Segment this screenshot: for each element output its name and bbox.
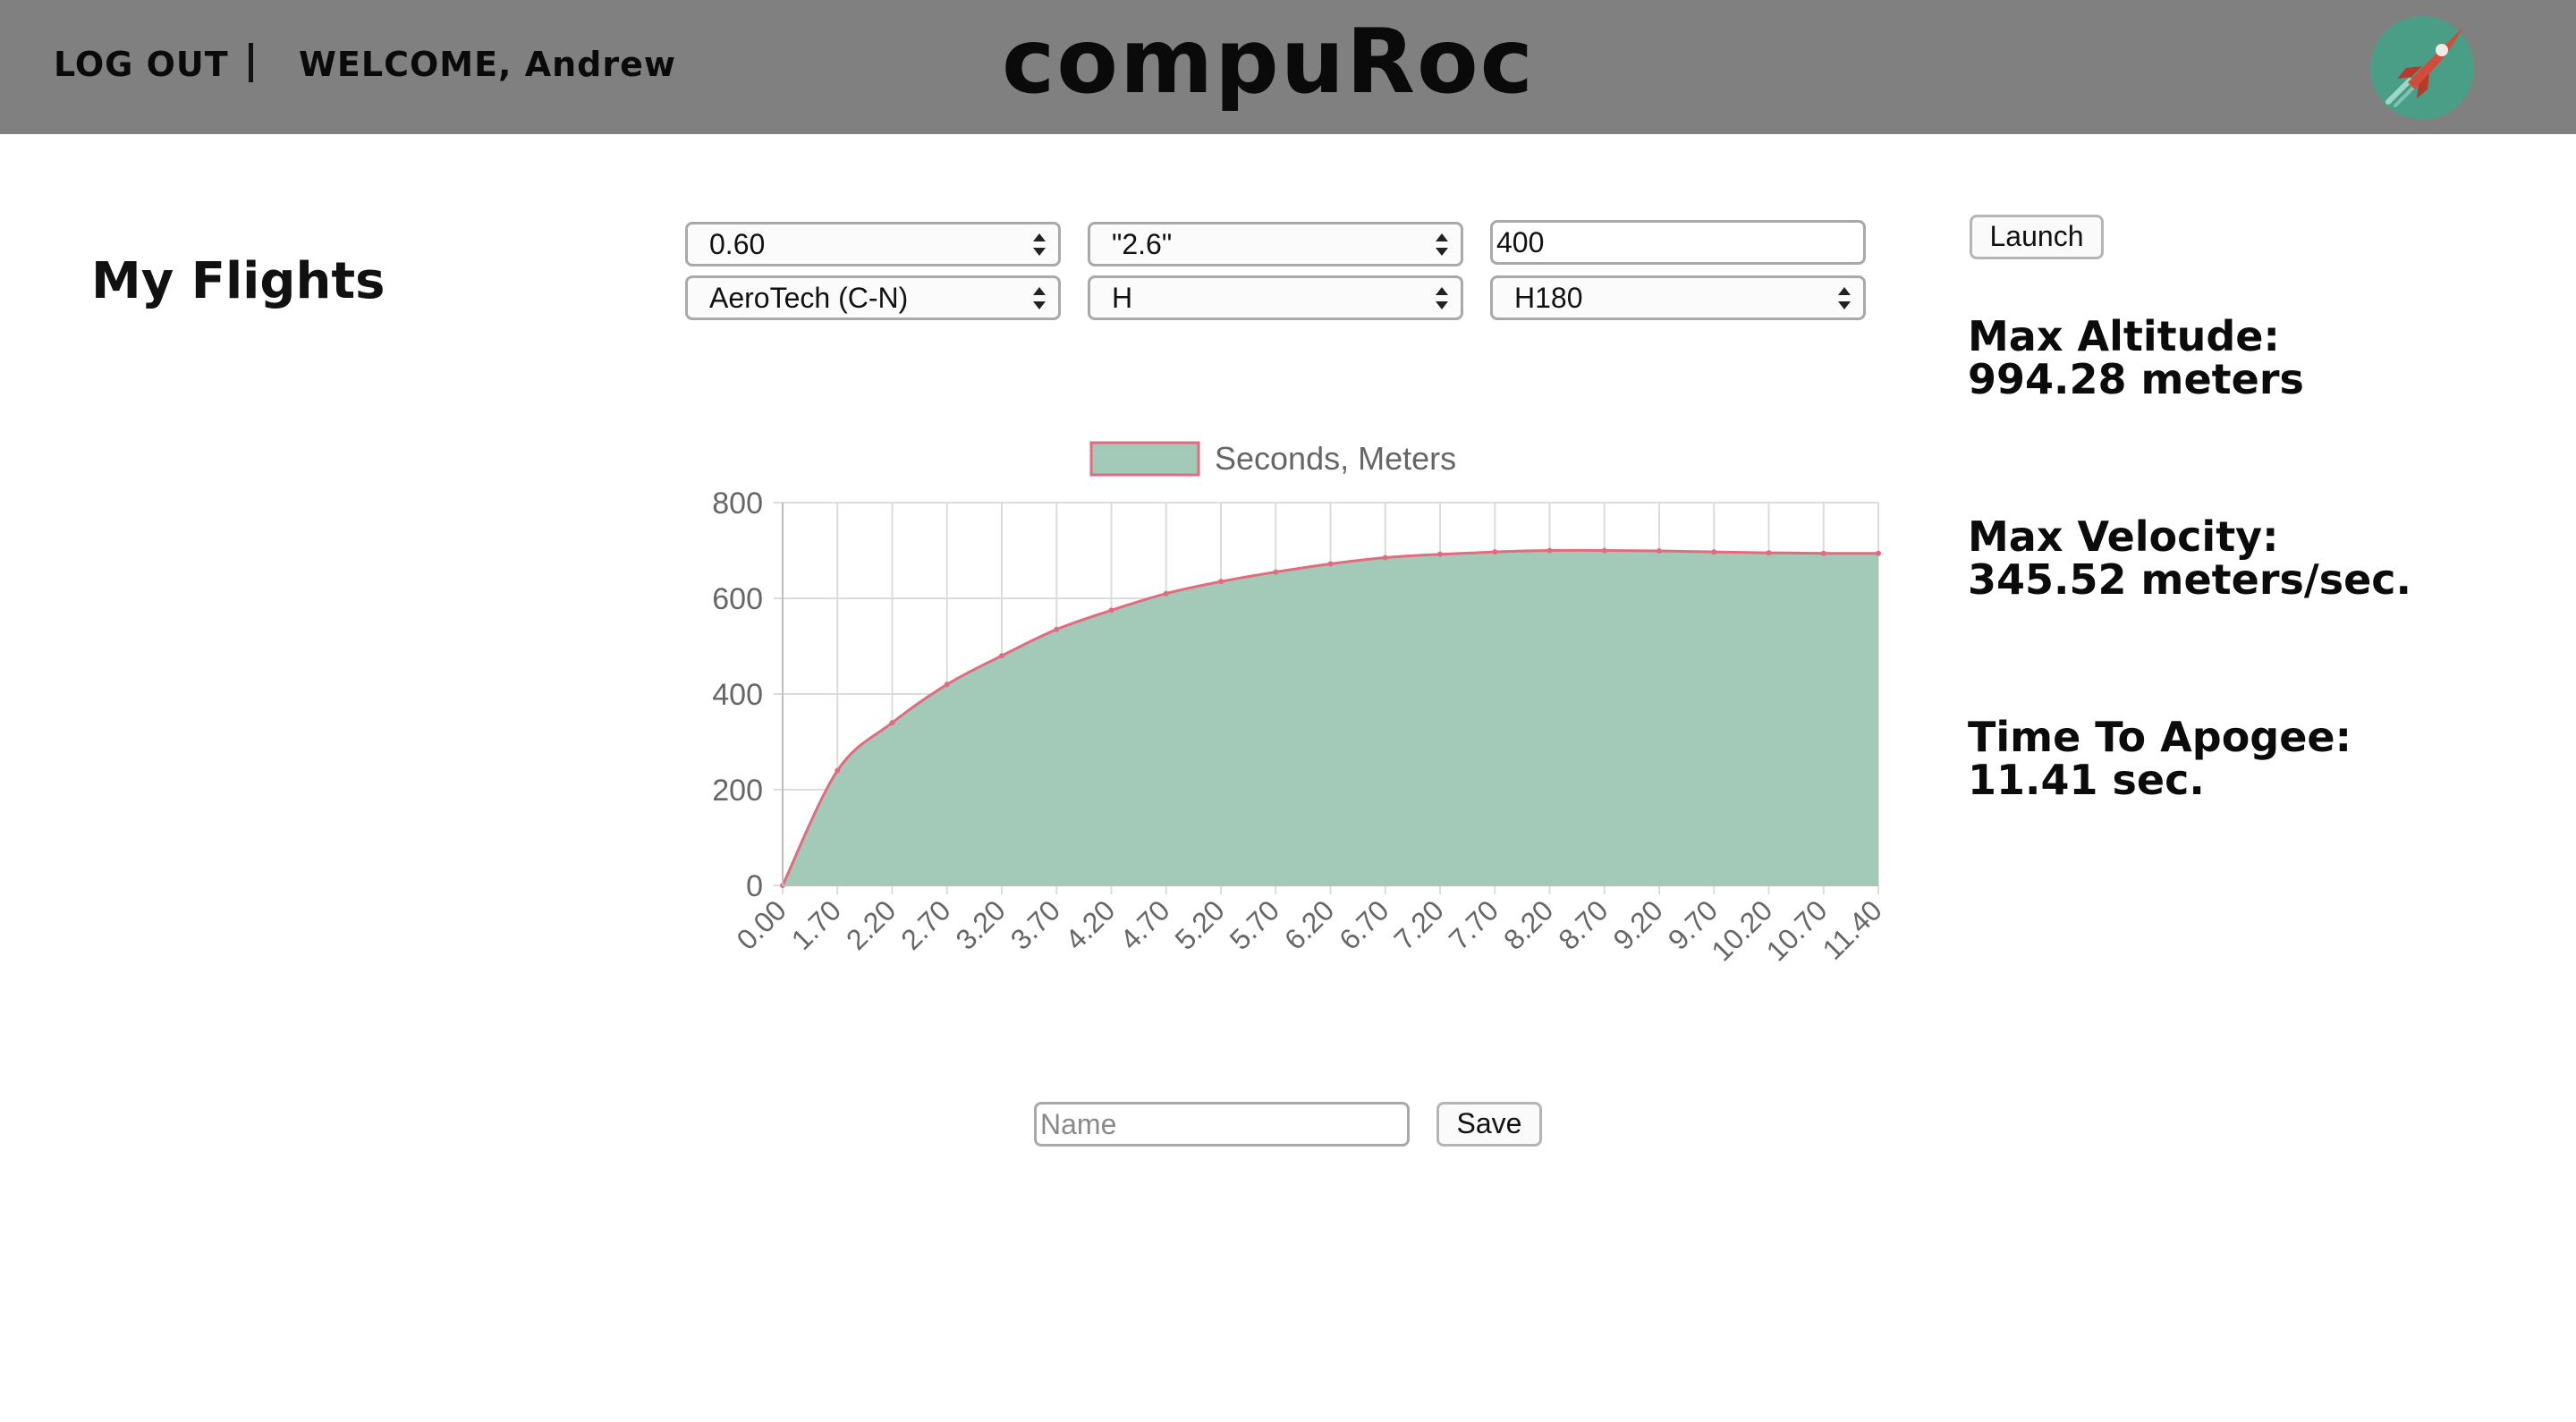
x-tick-label: 7.20 <box>1387 893 1449 955</box>
max-velocity-label: Max Velocity: <box>1968 512 2279 561</box>
y-tick-label: 400 <box>712 678 763 712</box>
data-point[interactable] <box>1820 550 1826 556</box>
x-tick-label: 8.70 <box>1552 893 1614 955</box>
data-point[interactable] <box>1601 547 1607 554</box>
data-point[interactable] <box>1657 548 1662 554</box>
header-bar: LOG OUT WELCOME, Andrew compuRoc <box>0 0 2576 134</box>
data-point[interactable] <box>999 653 1004 659</box>
value-input[interactable]: 400 <box>1490 220 1866 265</box>
x-tick-label: 8.20 <box>1497 893 1559 955</box>
header-divider <box>249 43 253 82</box>
time-to-apogee-value: 11.41 sec. <box>1968 756 2205 804</box>
x-tick-label: 6.70 <box>1333 893 1394 955</box>
max-altitude-label: Max Altitude: <box>1968 312 2280 360</box>
max-altitude-value: 994.28 meters <box>1968 355 2304 403</box>
y-tick-label: 200 <box>712 774 763 808</box>
logout-link[interactable]: LOG OUT <box>54 45 229 84</box>
x-tick-label: 4.70 <box>1114 893 1175 955</box>
x-tick-label: 6.20 <box>1278 893 1340 955</box>
x-tick-label: 3.70 <box>1004 893 1066 955</box>
legend-swatch[interactable] <box>1089 441 1200 477</box>
time-to-apogee-label: Time To Apogee: <box>1968 713 2352 761</box>
data-point[interactable] <box>1163 590 1169 597</box>
x-tick-label: 9.20 <box>1606 893 1668 955</box>
data-point[interactable] <box>889 720 895 726</box>
welcome-text: WELCOME, Andrew <box>299 45 676 84</box>
data-point[interactable] <box>1273 569 1279 575</box>
save-button[interactable]: Save <box>1436 1102 1542 1147</box>
select-1[interactable]: 0.60 <box>685 222 1061 267</box>
data-point[interactable] <box>944 681 950 688</box>
data-point[interactable] <box>1054 626 1060 632</box>
data-point[interactable] <box>1437 551 1443 557</box>
data-point[interactable] <box>1382 554 1388 561</box>
select-2[interactable]: "2.6" <box>1088 222 1463 267</box>
motor-select[interactable]: H180 <box>1490 275 1866 320</box>
x-tick-label: 10.70 <box>1760 893 1834 967</box>
manufacturer-select[interactable]: AeroTech (C-N) <box>685 275 1061 320</box>
x-tick-label: 4.20 <box>1059 893 1121 955</box>
x-tick-label: 11.40 <box>1817 893 1888 965</box>
max-velocity-value: 345.52 meters/sec. <box>1968 555 2412 604</box>
x-tick-label: 3.20 <box>949 893 1011 955</box>
x-tick-label: 1.70 <box>785 893 847 955</box>
x-tick-label: 2.20 <box>840 893 902 955</box>
name-input[interactable]: Name <box>1034 1102 1410 1147</box>
data-point[interactable] <box>1876 550 1881 556</box>
flight-chart: 0 200 400 600 800 0.001.702.202.703.203.704.2… <box>712 440 1888 968</box>
data-point[interactable] <box>1492 549 1498 555</box>
x-tick-label: 5.20 <box>1168 893 1230 955</box>
y-tick-label: 600 <box>712 582 763 616</box>
x-tick-label: 7.70 <box>1443 893 1504 955</box>
motor-class-select[interactable]: H <box>1088 275 1463 320</box>
launch-button[interactable]: Launch <box>1970 215 2104 259</box>
legend-label[interactable]: Seconds, Meters <box>1215 440 1456 477</box>
y-tick-label: 0 <box>746 869 763 903</box>
data-point[interactable] <box>1108 607 1114 614</box>
data-point[interactable] <box>1546 547 1553 554</box>
x-tick-label: 2.70 <box>894 893 956 955</box>
data-point[interactable] <box>1711 549 1717 555</box>
data-point[interactable] <box>835 767 841 774</box>
x-tick-label: 5.70 <box>1224 893 1285 955</box>
x-tick-label: 10.20 <box>1705 893 1778 967</box>
data-point[interactable] <box>1218 579 1224 585</box>
rocket-logo-icon <box>2370 16 2474 120</box>
app-title: compuRoc <box>1002 9 1535 114</box>
data-point[interactable] <box>1766 550 1772 556</box>
x-tick-label: 0.00 <box>730 893 792 955</box>
data-point[interactable] <box>1327 561 1334 567</box>
my-flights-title: My Flights <box>91 252 386 310</box>
y-tick-label: 800 <box>712 487 763 521</box>
